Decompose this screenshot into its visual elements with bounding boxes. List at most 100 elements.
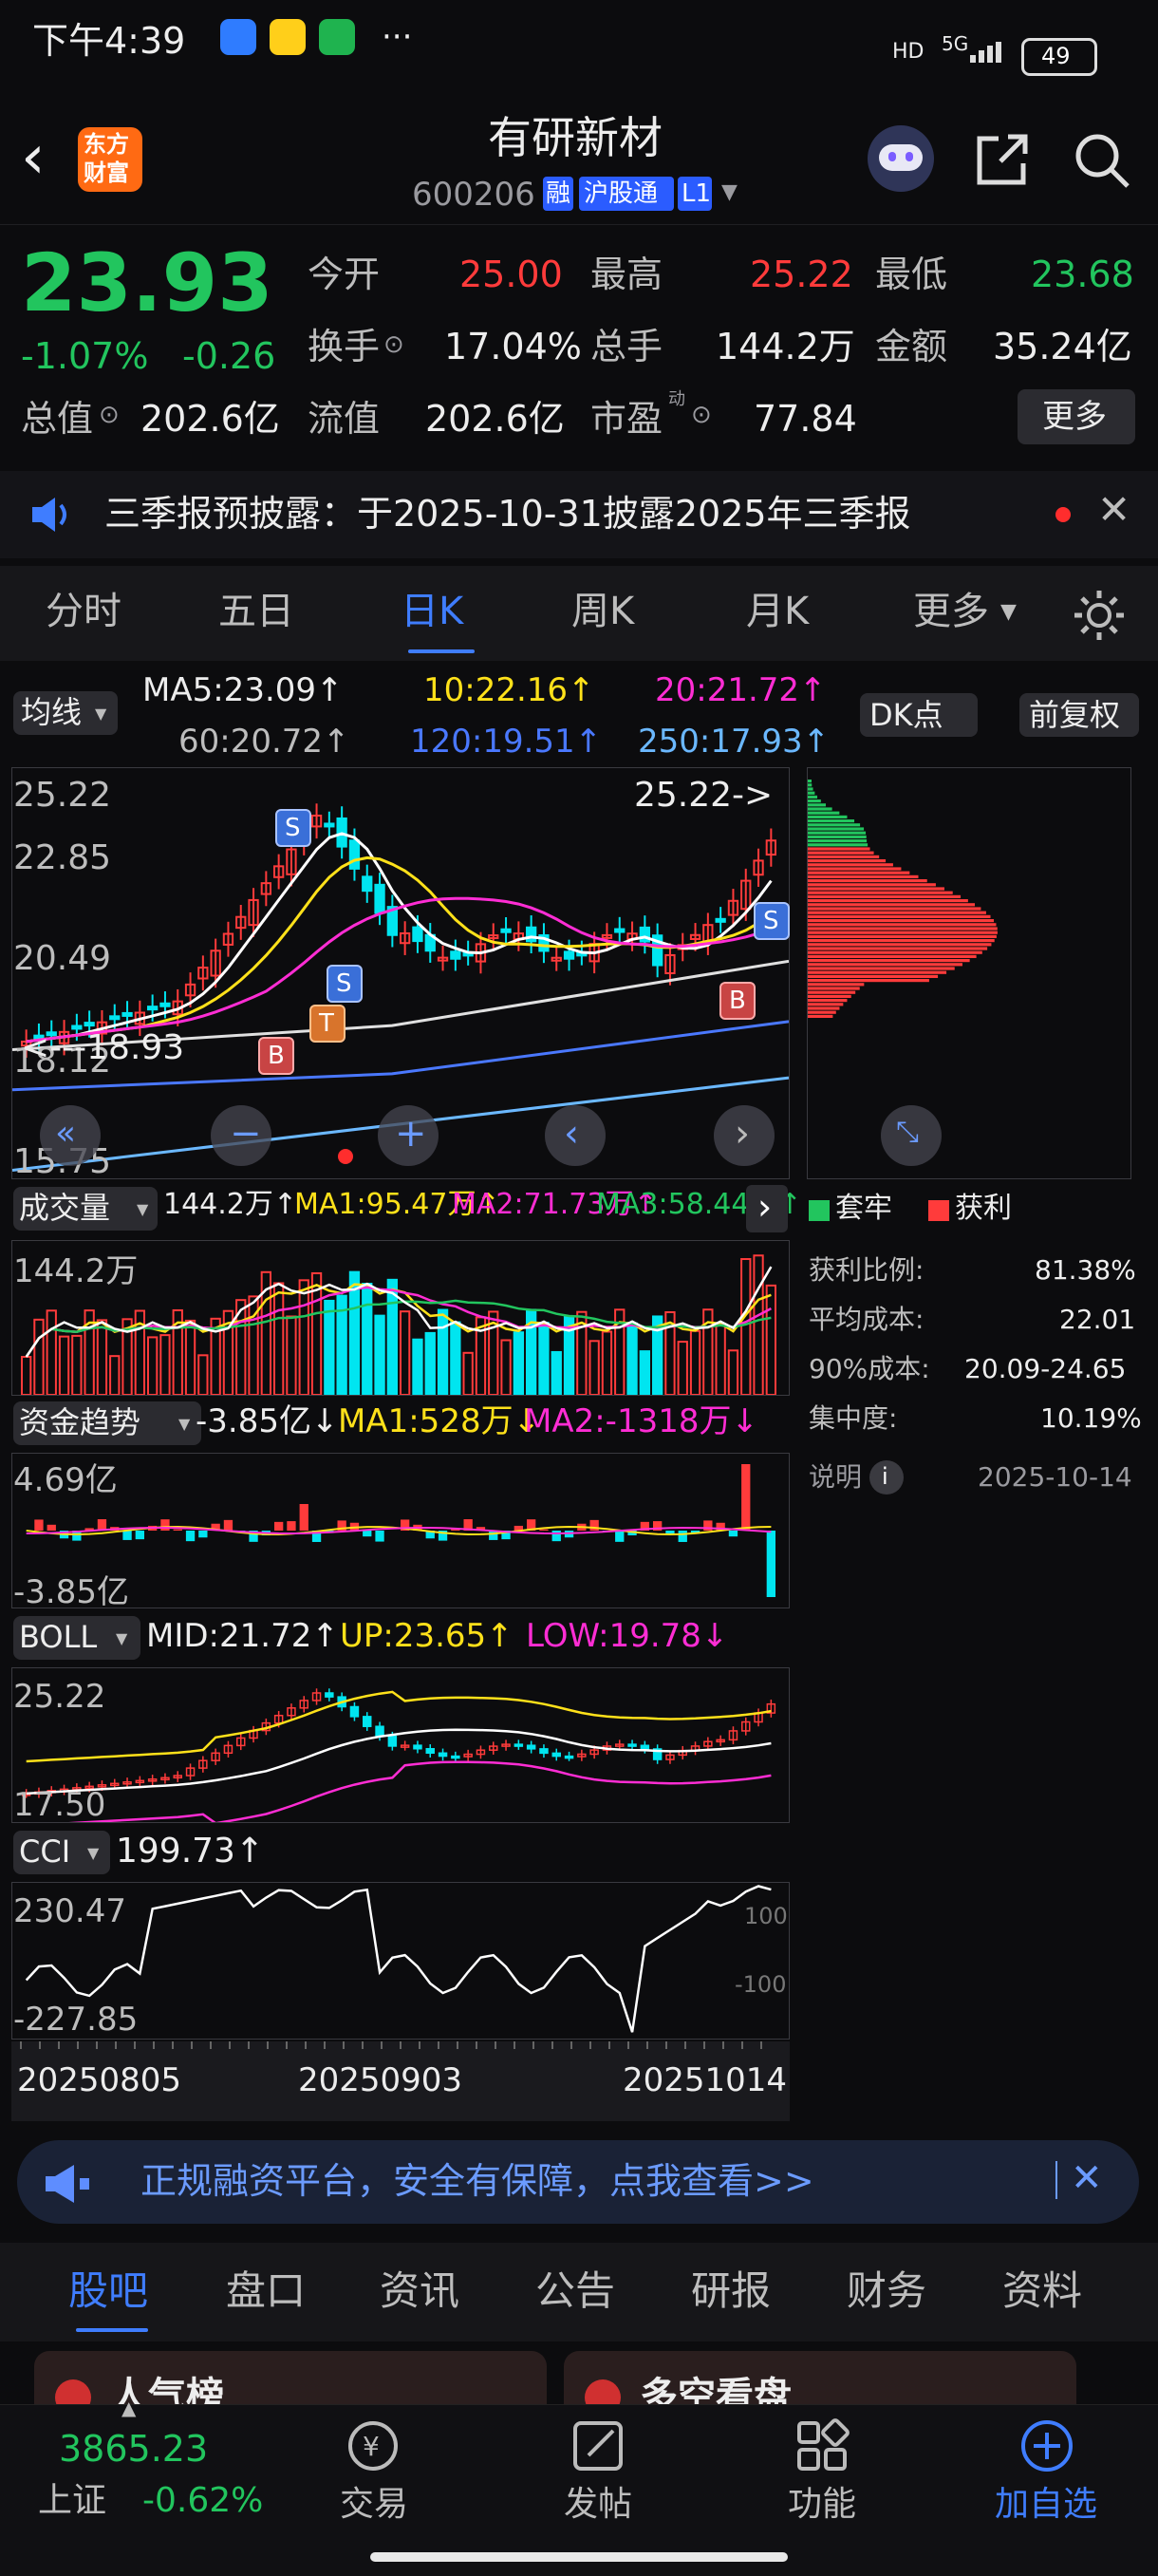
share-icon[interactable] xyxy=(972,129,1033,190)
dock-add-watchlist[interactable]: 加自选 xyxy=(995,2488,1097,2522)
functions-icon[interactable] xyxy=(792,2417,854,2474)
dock-functions[interactable]: 功能 xyxy=(788,2488,856,2522)
profit-legend-label: 获利 xyxy=(955,1194,1012,1223)
index-value[interactable]: 3865.23 xyxy=(59,2431,208,2467)
expand-icon[interactable]: ⤡ xyxy=(881,1105,942,1166)
scroll-left-fast-button[interactable]: « xyxy=(40,1105,101,1166)
add-watchlist-icon[interactable] xyxy=(1016,2417,1078,2474)
boll-candle xyxy=(439,1753,447,1756)
candle xyxy=(122,1013,131,1016)
tab-daily-k[interactable]: 日K xyxy=(401,592,463,630)
indicator-select-boll[interactable]: BOLL ▼ xyxy=(13,1616,140,1660)
volume-bar xyxy=(72,1336,81,1395)
chip-stat-value: 22.01 xyxy=(1059,1307,1135,1333)
scroll-left-button[interactable]: ‹ xyxy=(545,1105,606,1166)
notice-text: 三季报预披露：于2025-10-31披露2025年三季报 xyxy=(104,496,911,532)
zoom-out-button[interactable]: − xyxy=(211,1105,271,1166)
tab-finance[interactable]: 财务 xyxy=(847,2271,926,2311)
trade-icon[interactable]: ¥ xyxy=(342,2417,404,2474)
expand-arrow-button[interactable]: › xyxy=(746,1185,788,1232)
candle xyxy=(413,928,421,942)
volume-bar xyxy=(741,1259,750,1395)
buy-signal[interactable]: B xyxy=(719,982,756,1020)
tab-minute[interactable]: 分时 xyxy=(46,592,121,630)
tab-news[interactable]: 资讯 xyxy=(380,2271,459,2311)
zoom-in-button[interactable]: + xyxy=(378,1105,439,1166)
settings-gear-icon[interactable] xyxy=(1071,587,1128,644)
sell-signal[interactable]: S xyxy=(327,965,363,1003)
chip-bar xyxy=(808,959,970,962)
pe-label: 市盈 xyxy=(590,401,663,437)
chip-bar xyxy=(808,852,874,855)
tab-5day[interactable]: 五日 xyxy=(218,592,294,630)
adjust-button[interactable]: 前复权 xyxy=(1019,693,1139,737)
sell-signal[interactable]: S xyxy=(275,809,311,847)
margin-badge: 融 xyxy=(543,177,573,211)
tab-guba[interactable]: 股吧 xyxy=(68,2271,148,2311)
search-icon[interactable] xyxy=(1071,129,1131,190)
fund-current: -3.85亿↓ xyxy=(196,1405,338,1438)
chip-bar xyxy=(808,983,864,986)
tab-announcements[interactable]: 公告 xyxy=(535,2271,615,2311)
tab-more[interactable]: 更多 xyxy=(913,592,989,630)
indicator-select-fund[interactable]: 资金趋势 ▼ xyxy=(13,1401,201,1445)
chip-distribution-chart[interactable] xyxy=(807,767,1131,1179)
volume-label: 总手 xyxy=(590,329,663,365)
more-button[interactable]: 更多 xyxy=(1018,389,1135,444)
ad-close-icon[interactable]: ✕ xyxy=(1071,2159,1103,2197)
active-tab-indicator xyxy=(408,649,475,653)
long-short-card[interactable]: 多空看盘 xyxy=(564,2351,1076,2404)
boll-chart[interactable] xyxy=(11,1667,790,1823)
chip-note-label[interactable]: 说明 xyxy=(809,1464,862,1491)
info-icon[interactable]: ⊙ xyxy=(691,403,712,427)
chip-bar xyxy=(808,883,936,886)
chip-bar xyxy=(808,780,812,782)
indicator-select-cci[interactable]: CCI ▼ xyxy=(13,1831,110,1874)
close-icon[interactable]: ✕ xyxy=(1097,490,1130,530)
info-icon[interactable]: ⊙ xyxy=(383,332,404,357)
ma-select[interactable]: 均线 ▼ xyxy=(13,691,118,735)
chip-bar xyxy=(808,872,909,874)
info-icon[interactable]: ⊙ xyxy=(99,403,120,427)
caret-up-icon[interactable]: ▲ xyxy=(121,2398,136,2417)
volume-bar xyxy=(627,1324,636,1395)
info-icon[interactable]: i xyxy=(869,1460,904,1495)
caret-down-icon[interactable]: ▼ xyxy=(721,182,738,203)
chip-bar xyxy=(808,859,886,862)
scroll-right-button[interactable]: › xyxy=(714,1105,775,1166)
back-button[interactable]: ‹ xyxy=(21,127,46,188)
tab-research[interactable]: 研报 xyxy=(691,2271,771,2311)
tab-profile[interactable]: 资料 xyxy=(1002,2271,1082,2311)
candle xyxy=(350,840,359,869)
robot-avatar-icon[interactable] xyxy=(868,125,934,192)
dk-point-button[interactable]: DK点 xyxy=(860,693,978,737)
chip-stat-label: 平均成本: xyxy=(809,1307,924,1333)
turnover-value: 17.04% xyxy=(444,329,582,365)
tab-weekly-k[interactable]: 周K xyxy=(571,592,634,630)
popularity-card[interactable]: 人气榜 xyxy=(34,2351,547,2404)
home-indicator[interactable] xyxy=(370,2552,788,2562)
volume-bar xyxy=(514,1332,523,1395)
ad-divider xyxy=(1055,2161,1057,2199)
indicator-select-volume[interactable]: 成交量 ▼ xyxy=(13,1187,158,1231)
volume-bar xyxy=(729,1350,738,1395)
sell-signal[interactable]: S xyxy=(754,902,790,940)
volume-bar xyxy=(552,1352,561,1395)
buy-signal[interactable]: B xyxy=(258,1037,294,1075)
fund-bar xyxy=(274,1522,283,1531)
dock-trade[interactable]: 交易 xyxy=(340,2488,408,2522)
turnover-label: 换手 xyxy=(308,329,380,365)
megaphone-icon xyxy=(42,2163,93,2205)
boll-candle xyxy=(376,1726,383,1736)
date-label: 20250903 xyxy=(298,2064,462,2097)
chip-bar xyxy=(808,863,893,866)
chip-bar xyxy=(808,971,946,974)
volume-bar xyxy=(98,1320,106,1395)
t-signal[interactable]: T xyxy=(309,1005,346,1043)
tab-pankou[interactable]: 盘口 xyxy=(226,2271,306,2311)
tab-monthly-k[interactable]: 月K xyxy=(746,592,809,630)
dock-post[interactable]: 发帖 xyxy=(564,2488,632,2522)
post-icon[interactable] xyxy=(568,2417,630,2474)
float-value: 202.6亿 xyxy=(425,401,565,437)
level-badge: L1 xyxy=(678,177,712,211)
